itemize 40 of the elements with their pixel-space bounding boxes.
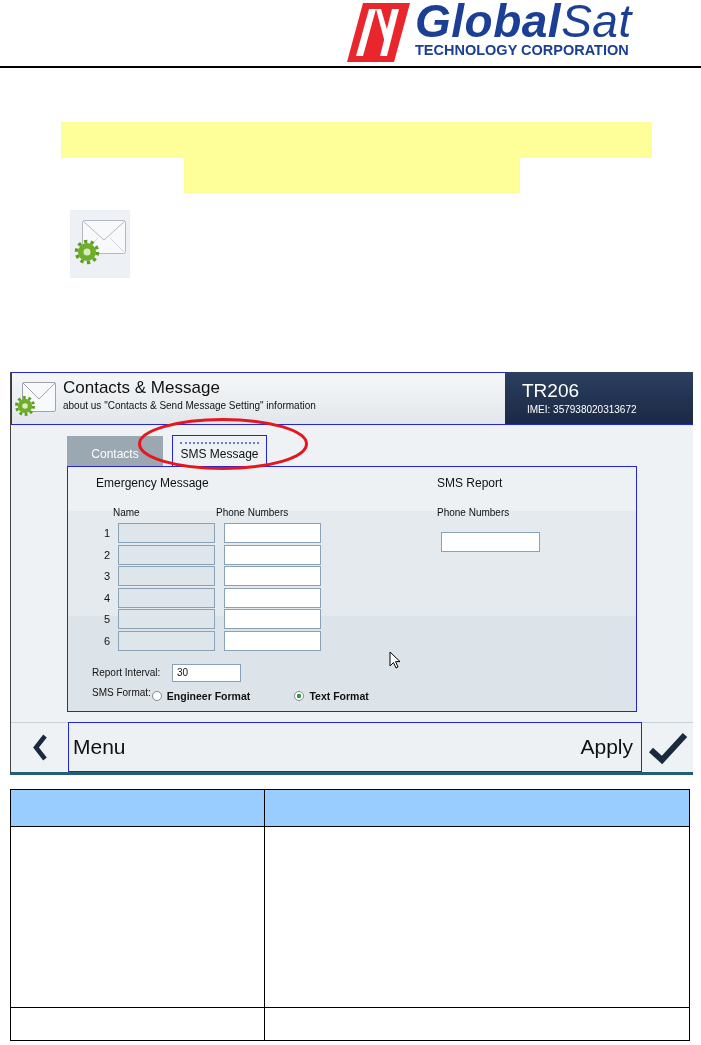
chevron-left-icon — [31, 734, 48, 761]
apply-button[interactable]: Apply — [580, 735, 633, 759]
radio-button[interactable] — [151, 691, 162, 702]
brand-tagline: TECHNOLOGY CORPORATION — [415, 42, 630, 58]
row-number: 1 — [102, 527, 112, 539]
field-label: SMS Format: — [92, 686, 152, 698]
phone-field[interactable] — [224, 630, 321, 651]
row-number: 3 — [102, 570, 112, 583]
phone-field[interactable] — [224, 523, 321, 543]
phone-field[interactable] — [224, 609, 321, 630]
brand-name: GlobalSat — [415, 0, 632, 42]
field-label: Report Interval: — [92, 667, 162, 679]
radio-label: Text Format — [309, 690, 369, 703]
radio-button[interactable] — [294, 691, 305, 702]
device-model: TR206 — [522, 380, 581, 402]
row-number: 6 — [102, 634, 112, 647]
radio-label: Engineer Format — [166, 690, 251, 703]
tab[interactable]: SMS Message — [172, 435, 267, 466]
menu-button[interactable]: Menu — [73, 735, 126, 759]
mail-settings-icon — [70, 210, 130, 278]
app-subtitle: about us "Contacts & Send Message Setting" information — [63, 400, 316, 412]
section-heading: SMS Report — [437, 476, 504, 490]
column-label: Name — [113, 507, 141, 519]
column-label: Phone Numbers — [216, 507, 289, 519]
row-number: 4 — [102, 591, 112, 604]
column-label: Phone Numbers — [437, 507, 510, 519]
device-imei: IMEI: 357938020313672 — [527, 404, 638, 416]
section-heading: Emergency Message — [96, 476, 210, 490]
interval-field[interactable]: 30 — [172, 663, 241, 682]
mail-settings-icon — [15, 380, 56, 416]
phone-field[interactable] — [224, 587, 321, 608]
phone-field[interactable] — [224, 544, 321, 565]
checkmark-icon — [647, 731, 688, 764]
phone-field[interactable] — [224, 566, 321, 587]
row-number: 5 — [102, 613, 112, 626]
mouse-pointer-icon — [389, 651, 401, 669]
app-title: Contacts & Message — [63, 378, 221, 398]
row-number: 2 — [102, 548, 112, 561]
phone-field[interactable] — [441, 532, 540, 552]
logo-icon — [347, 3, 410, 62]
